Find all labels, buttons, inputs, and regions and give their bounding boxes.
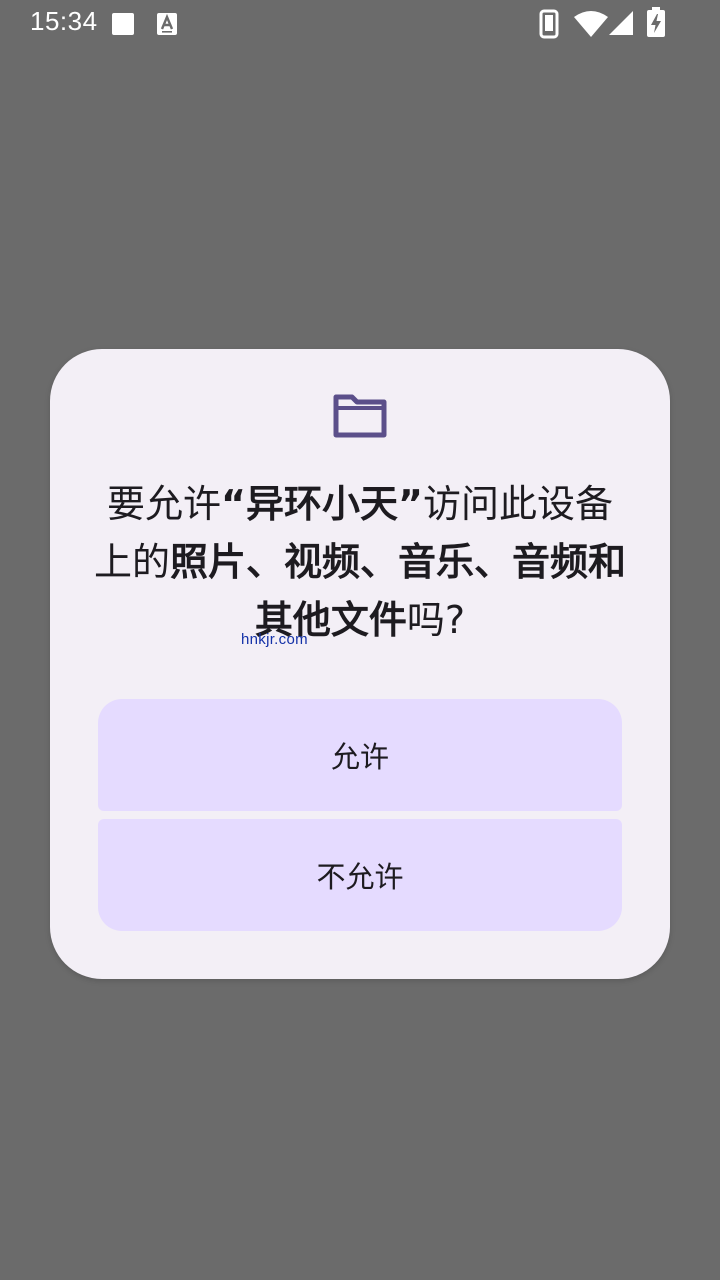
phone-icon — [539, 9, 559, 39]
allow-button-label: 允许 — [330, 740, 389, 774]
permission-dialog: 要允许“异环小天”访问此设备上的照片、视频、音乐、音频和其他文件吗? hnkjr… — [50, 349, 670, 979]
wifi-icon — [574, 11, 608, 37]
signal-icon — [609, 11, 633, 35]
media-type-videos: 视频 — [283, 540, 360, 584]
folder-icon — [333, 394, 387, 438]
permission-message: 要允许“异环小天”访问此设备上的照片、视频、音乐、音频和其他文件吗? — [90, 475, 630, 649]
keyboard-a-icon — [157, 13, 177, 35]
allow-button[interactable]: 允许 — [98, 699, 622, 811]
status-time: 15:34 — [30, 6, 98, 36]
status-bar: 15:34 — [0, 0, 720, 48]
media-type-photos: 照片 — [169, 540, 246, 584]
separator: 、 — [245, 540, 284, 584]
message-prefix: 要允许 — [107, 482, 222, 526]
notification-square-icon — [112, 13, 134, 35]
deny-button-label: 不允许 — [316, 860, 404, 894]
battery-charging-icon — [647, 7, 665, 37]
media-type-music: 音乐 — [398, 540, 475, 584]
separator: 、 — [474, 540, 513, 584]
watermark-text: hnkjr.com — [241, 631, 308, 648]
app-name: “异环小天” — [221, 482, 423, 526]
separator: 、 — [360, 540, 399, 584]
message-suffix: 吗? — [406, 598, 466, 642]
deny-button[interactable]: 不允许 — [98, 819, 622, 931]
